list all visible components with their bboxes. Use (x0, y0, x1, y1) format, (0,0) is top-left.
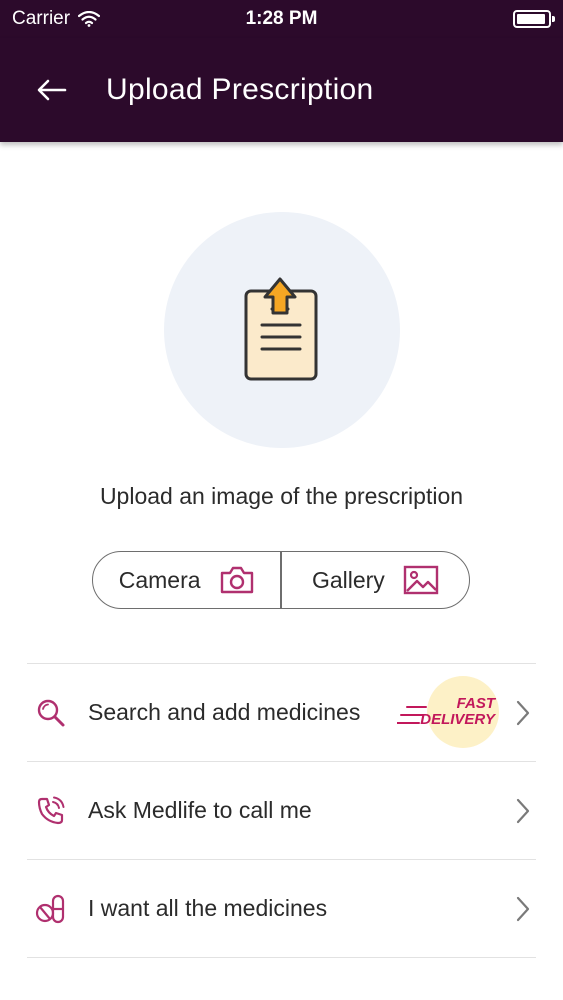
arrow-left-icon (37, 79, 67, 101)
camera-icon (220, 566, 253, 594)
prescription-upload-icon (244, 277, 318, 381)
search-icon (35, 697, 67, 729)
badge-line-2: DELIVERY (420, 711, 495, 728)
chevron-right-icon (516, 700, 530, 725)
prescription-illustration (164, 212, 400, 448)
image-icon (403, 565, 438, 595)
pills-icon (35, 893, 67, 925)
back-button[interactable] (22, 60, 82, 120)
page-title: Upload Prescription (106, 73, 374, 106)
option-all-medicines[interactable]: I want all the medicines (27, 859, 536, 958)
gallery-button[interactable]: Gallery (282, 552, 469, 608)
status-left: Carrier (12, 8, 101, 30)
option-list: Search and add medicines FAST DELIVERY A… (27, 663, 536, 958)
option-search-medicines[interactable]: Search and add medicines FAST DELIVERY (27, 663, 536, 761)
option-call-me[interactable]: Ask Medlife to call me (27, 761, 536, 859)
battery-icon (513, 10, 555, 28)
status-bar: Carrier 1:28 PM (0, 0, 563, 38)
camera-label: Camera (118, 566, 201, 593)
gallery-label: Gallery (311, 566, 385, 593)
upload-caption: Upload an image of the prescription (99, 483, 464, 509)
wifi-icon (78, 11, 101, 27)
carrier-label: Carrier (12, 8, 71, 29)
option-label: Ask Medlife to call me (88, 797, 312, 823)
phone-call-icon (35, 795, 67, 827)
chevron-right-icon (516, 896, 530, 921)
app-header: Upload Prescription (0, 38, 563, 142)
option-label: Search and add medicines (88, 699, 361, 725)
badge-text: FAST DELIVERY (420, 696, 495, 728)
camera-button[interactable]: Camera (93, 552, 280, 608)
fast-delivery-badge: FAST DELIVERY (395, 674, 505, 748)
chevron-right-icon (516, 798, 530, 823)
image-source-toggle: Camera Gallery (92, 551, 470, 609)
option-label: I want all the medicines (88, 895, 328, 921)
battery-fill (517, 14, 545, 24)
badge-line-1: FAST (456, 695, 495, 712)
